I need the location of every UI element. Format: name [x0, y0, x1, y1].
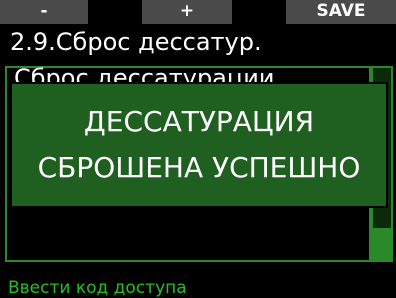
dialog-line-1: ДЕССАТУРАЦИЯ — [83, 105, 315, 138]
scrollbar-thumb[interactable] — [373, 228, 391, 260]
confirmation-dialog: ДЕССАТУРАЦИЯ СБРОШЕНА УСПЕШНО — [10, 82, 388, 208]
page-title: 2.9.Сброс дессатур. — [10, 28, 262, 56]
footer-hint: Ввести код доступа — [8, 278, 187, 298]
plus-button[interactable]: + — [142, 0, 232, 24]
save-button[interactable]: SAVE — [286, 0, 396, 24]
panel-title: Сброс дессатурации — [14, 64, 275, 82]
minus-button[interactable]: - — [0, 0, 88, 24]
dialog-line-2: СБРОШЕНА УСПЕШНО — [37, 151, 361, 184]
